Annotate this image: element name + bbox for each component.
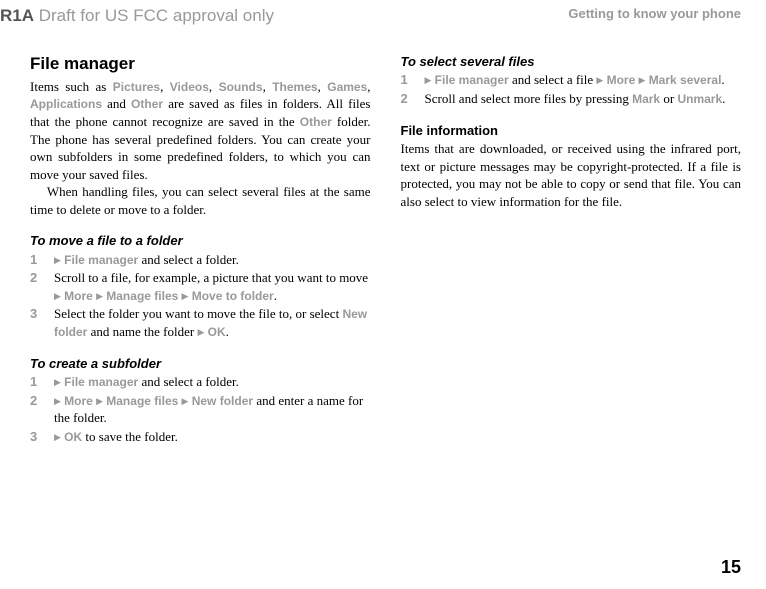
move-to-folder-label: Move to folder [192, 289, 274, 303]
arrow-icon: ▶ [182, 291, 189, 301]
text: Items such as [30, 79, 113, 94]
text: Scroll to a file, for example, a picture… [54, 270, 368, 285]
step-body: ▶ More ▶ Manage files ▶ New folder and e… [54, 392, 371, 427]
other-label: Other [131, 97, 163, 111]
arrow-icon: ▶ [96, 396, 103, 406]
text: and name the folder [87, 324, 197, 339]
sounds-label: Sounds [219, 80, 263, 94]
step-body: ▶ File manager and select a folder. [54, 373, 371, 391]
r1a-label: R1A [0, 6, 34, 25]
arrow-icon: ▶ [54, 432, 61, 442]
step-number: 2 [401, 90, 425, 108]
text: , [160, 79, 170, 94]
move-file-heading: To move a file to a folder [30, 232, 371, 250]
arrow-icon: ▶ [54, 255, 61, 265]
text: and select a file [509, 72, 597, 87]
arrow-icon: ▶ [96, 291, 103, 301]
step-number: 3 [30, 428, 54, 446]
applications-label: Applications [30, 97, 102, 111]
step-body: ▶ File manager and select a file ▶ More … [425, 71, 742, 89]
text: . [226, 324, 229, 339]
step-number: 2 [30, 269, 54, 287]
file-information-heading: File information [401, 122, 742, 140]
text: . [722, 91, 725, 106]
text: , [263, 79, 273, 94]
arrow-icon: ▶ [54, 396, 61, 406]
file-info-paragraph: Items that are downloaded, or received u… [401, 140, 742, 210]
step-body: Select the folder you want to move the f… [54, 305, 371, 340]
arrow-icon: ▶ [54, 377, 61, 387]
arrow-icon: ▶ [596, 75, 603, 85]
step-number: 2 [30, 392, 54, 410]
text: , [318, 79, 328, 94]
page-number: 15 [721, 555, 741, 579]
step-body: Scroll and select more files by pressing… [425, 90, 742, 108]
other-label-2: Other [300, 115, 332, 129]
step-body: Scroll to a file, for example, a picture… [54, 269, 371, 304]
page-header: R1A Draft for US FCC approval only Getti… [0, 0, 766, 28]
pictures-label: Pictures [113, 80, 160, 94]
select-step-2: 2 Scroll and select more files by pressi… [401, 90, 742, 108]
more-label: More [64, 289, 93, 303]
right-column: To select several files 1 ▶ File manager… [401, 53, 742, 446]
step-number: 1 [30, 251, 54, 269]
text: , [209, 79, 219, 94]
draft-label: Draft for US FCC approval only [34, 6, 274, 25]
text: and select a folder. [138, 252, 239, 267]
step-body: ▶ File manager and select a folder. [54, 251, 371, 269]
step-number: 1 [30, 373, 54, 391]
mark-several-label: Mark several [649, 73, 722, 87]
move-step-2: 2 Scroll to a file, for example, a pictu… [30, 269, 371, 304]
create-step-2: 2 ▶ More ▶ Manage files ▶ New folder and… [30, 392, 371, 427]
arrow-icon: ▶ [197, 327, 204, 337]
select-step-1: 1 ▶ File manager and select a file ▶ Mor… [401, 71, 742, 89]
more-label: More [64, 394, 93, 408]
arrow-icon: ▶ [182, 396, 189, 406]
new-folder-label: New folder [192, 394, 253, 408]
header-left: R1A Draft for US FCC approval only [0, 5, 274, 28]
arrow-icon: ▶ [639, 75, 646, 85]
ok-label: OK [64, 430, 82, 444]
header-right: Getting to know your phone [568, 5, 741, 23]
text: and select a folder. [138, 374, 239, 389]
file-manager-label: File manager [64, 253, 138, 267]
create-step-1: 1 ▶ File manager and select a folder. [30, 373, 371, 391]
intro-paragraph: Items such as Pictures, Videos, Sounds, … [30, 78, 371, 183]
videos-label: Videos [170, 80, 209, 94]
create-subfolder-heading: To create a subfolder [30, 355, 371, 373]
text: , [367, 79, 370, 94]
move-step-1: 1 ▶ File manager and select a folder. [30, 251, 371, 269]
manage-files-label: Manage files [106, 394, 178, 408]
content-columns: File manager Items such as Pictures, Vid… [0, 28, 766, 446]
games-label: Games [327, 80, 367, 94]
file-manager-label: File manager [435, 73, 509, 87]
text: and [102, 96, 131, 111]
handling-paragraph: When handling files, you can select seve… [30, 183, 371, 218]
arrow-icon: ▶ [54, 291, 61, 301]
left-column: File manager Items such as Pictures, Vid… [30, 53, 371, 446]
file-manager-heading: File manager [30, 53, 371, 76]
unmark-label: Unmark [677, 92, 722, 106]
text: to save the folder. [82, 429, 178, 444]
ok-label: OK [208, 325, 226, 339]
move-step-3: 3 Select the folder you want to move the… [30, 305, 371, 340]
more-label: More [607, 73, 636, 87]
text: Scroll and select more files by pressing [425, 91, 633, 106]
file-manager-label: File manager [64, 375, 138, 389]
step-body: ▶ OK to save the folder. [54, 428, 371, 446]
manage-files-label: Manage files [106, 289, 178, 303]
create-step-3: 3 ▶ OK to save the folder. [30, 428, 371, 446]
arrow-icon: ▶ [425, 75, 432, 85]
mark-label: Mark [632, 92, 660, 106]
themes-label: Themes [272, 80, 317, 94]
step-number: 1 [401, 71, 425, 89]
step-number: 3 [30, 305, 54, 323]
text: . [721, 72, 724, 87]
text: or [660, 91, 677, 106]
text: Select the folder you want to move the f… [54, 306, 342, 321]
text: . [274, 288, 277, 303]
select-files-heading: To select several files [401, 53, 742, 71]
